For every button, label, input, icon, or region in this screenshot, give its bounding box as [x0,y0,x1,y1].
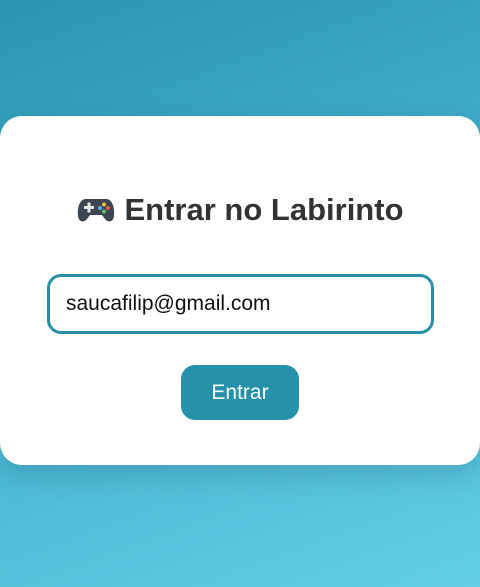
email-field[interactable] [47,274,434,334]
submit-button[interactable]: Entrar [181,365,299,420]
login-card: Entrar no Labirinto Entrar [0,116,480,465]
page-title: Entrar no Labirinto [0,190,480,234]
page-title-text: Entrar no Labirinto [124,192,404,227]
gamepad-icon [77,194,115,234]
